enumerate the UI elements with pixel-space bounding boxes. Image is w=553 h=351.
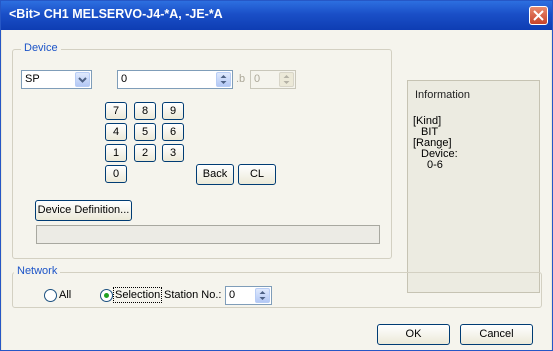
cancel-button[interactable]: Cancel <box>460 324 533 345</box>
keypad-0-button[interactable]: 0 <box>105 165 127 183</box>
bit-number-field[interactable]: 0 <box>250 70 296 89</box>
keypad-2-button[interactable]: 2 <box>134 144 156 162</box>
device-number-field[interactable]: 0 <box>117 70 233 89</box>
selection-radio-label: Selection <box>112 287 163 303</box>
device-description-bar <box>36 225 380 244</box>
device-group-title: Device <box>21 42 61 54</box>
range-value: 0-6 <box>427 159 443 171</box>
information-title: Information <box>415 89 471 101</box>
title-bar[interactable]: <Bit> CH1 MELSERVO-J4-*A, -JE-*A <box>1 1 552 30</box>
dialog-window: <Bit> CH1 MELSERVO-J4-*A, -JE-*A Device … <box>0 0 553 351</box>
device-type-value: SP <box>25 73 40 85</box>
station-number-field[interactable]: 0 <box>225 286 272 305</box>
network-group-title: Network <box>14 265 61 277</box>
selection-radio[interactable] <box>100 289 113 302</box>
keypad-8-button[interactable]: 8 <box>134 102 156 120</box>
ok-button[interactable]: OK <box>377 324 450 345</box>
window-title: <Bit> CH1 MELSERVO-J4-*A, -JE-*A <box>9 7 223 21</box>
bit-prefix-label: .b <box>236 73 246 85</box>
dialog-client: Device SP 0 .b 0 7 8 9 4 5 6 1 2 3 0 Bac… <box>2 30 551 350</box>
chevron-down-icon[interactable] <box>75 72 90 87</box>
back-button[interactable]: Back <box>196 164 234 185</box>
close-icon <box>533 10 544 21</box>
device-definition-button[interactable]: Device Definition... <box>35 200 132 221</box>
keypad-4-button[interactable]: 4 <box>105 123 127 141</box>
device-number-value: 0 <box>121 73 128 85</box>
keypad-5-button[interactable]: 5 <box>134 123 156 141</box>
keypad-9-button[interactable]: 9 <box>162 102 184 120</box>
network-group <box>12 272 542 308</box>
bit-number-value: 0 <box>254 73 261 85</box>
all-radio[interactable] <box>44 289 57 302</box>
spin-updown-icon[interactable] <box>279 72 294 87</box>
spin-updown-icon[interactable] <box>255 288 270 303</box>
keypad-7-button[interactable]: 7 <box>105 102 127 120</box>
keypad-3-button[interactable]: 3 <box>162 144 184 162</box>
station-number-label: Station No.: <box>164 289 222 301</box>
device-type-select[interactable]: SP <box>21 70 92 89</box>
station-number-value: 0 <box>229 289 236 301</box>
information-panel <box>407 80 540 293</box>
keypad-1-button[interactable]: 1 <box>105 144 127 162</box>
close-button[interactable] <box>529 6 548 25</box>
all-radio-label: All <box>59 289 72 301</box>
clear-button[interactable]: CL <box>238 164 276 185</box>
spin-updown-icon[interactable] <box>216 72 231 87</box>
keypad-6-button[interactable]: 6 <box>162 123 184 141</box>
